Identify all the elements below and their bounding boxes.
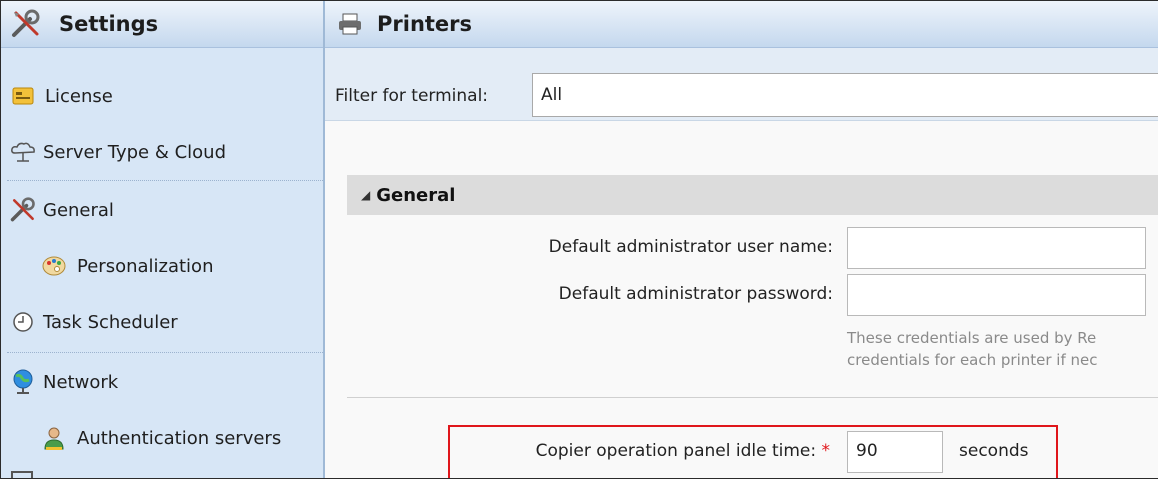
list-icon [11, 471, 33, 478]
idle-time-label: Copier operation panel idle time: * [460, 441, 830, 461]
sidebar-item-server-type-cloud[interactable]: Server Type & Cloud [1, 125, 323, 179]
sidebar-item-label: Network [43, 371, 119, 393]
cloud-icon [9, 140, 37, 164]
sidebar-item-label: License [45, 85, 113, 107]
section-header-general[interactable]: ◢ General [347, 175, 1158, 215]
sidebar-item-personalization[interactable]: Personalization [1, 239, 323, 293]
sidebar-item-label: Authentication servers [77, 427, 282, 449]
idle-time-unit: seconds [959, 441, 1029, 461]
license-icon [11, 84, 35, 108]
sidebar-separator [7, 352, 323, 353]
printer-icon [335, 10, 365, 38]
sidebar-separator [7, 180, 323, 181]
admin-username-input[interactable] [847, 227, 1146, 269]
sidebar-item-label: General [43, 199, 114, 221]
printers-header: Printers [325, 1, 1158, 48]
filter-label: Filter for terminal: [335, 86, 489, 106]
user-icon [41, 425, 67, 451]
app-window: Settings License Server Type & Cloud Gen… [0, 0, 1158, 479]
admin-username-label: Default administrator user name: [548, 237, 833, 257]
idle-time-label-text: Copier operation panel idle time: [535, 441, 817, 461]
section-divider [347, 397, 1158, 398]
clock-icon [11, 310, 35, 334]
sidebar-item-license[interactable]: License [1, 69, 323, 123]
section-title: General [376, 184, 456, 206]
credentials-hint-line-1: These credentials are used by Re [847, 329, 1097, 347]
admin-password-label: Default administrator password: [558, 284, 833, 304]
palette-icon [41, 254, 67, 278]
tools-icon [9, 196, 37, 224]
printers-panel: Printers Filter for terminal: All ◢ Gene… [325, 1, 1158, 478]
tools-icon [9, 7, 43, 41]
sidebar-item-network[interactable]: Network [1, 355, 323, 409]
sidebar-item-label: Server Type & Cloud [43, 141, 226, 163]
printers-content: ◢ General Default administrator user nam… [325, 121, 1158, 478]
settings-sidebar: Settings License Server Type & Cloud Gen… [1, 1, 325, 478]
sidebar-item-label: Personalization [77, 255, 214, 277]
sidebar-item-task-scheduler[interactable]: Task Scheduler [1, 295, 323, 349]
idle-time-input[interactable]: 90 [847, 431, 943, 473]
admin-password-input[interactable] [847, 274, 1146, 316]
collapse-triangle-icon: ◢ [361, 188, 371, 202]
page-title: Printers [377, 12, 473, 36]
sidebar-item-label: Task Scheduler [43, 311, 178, 333]
globe-icon [9, 368, 37, 396]
credentials-hint-line-2: credentials for each printer if nec [847, 351, 1098, 369]
required-marker: * [821, 441, 831, 461]
sidebar-item-authentication-servers[interactable]: Authentication servers [1, 411, 323, 465]
sidebar-item-general[interactable]: General [1, 183, 323, 237]
sidebar-header: Settings [1, 1, 323, 48]
terminal-filter-select[interactable]: All [532, 73, 1158, 117]
sidebar-title: Settings [59, 12, 159, 36]
